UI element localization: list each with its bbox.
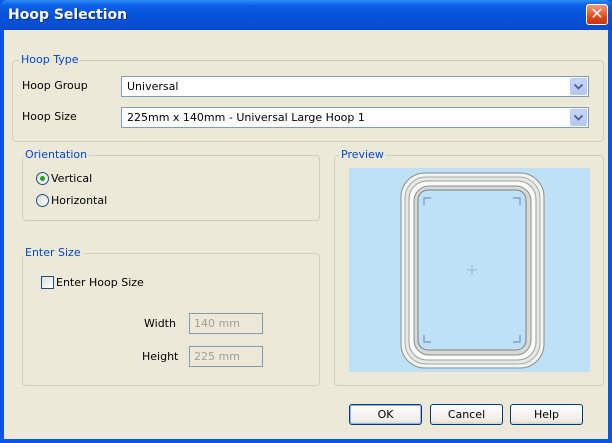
- hoop-group-select[interactable]: Universal: [121, 76, 589, 97]
- enter-size-group: Enter Size Enter Hoop Size Width 140 mm …: [22, 246, 320, 386]
- hoop-group-dropdown-button[interactable]: [570, 78, 587, 95]
- dialog-window: Hoop Selection ✕ Hoop Type Hoop Group Un…: [0, 0, 612, 443]
- preview-legend: Preview: [339, 148, 386, 161]
- hoop-size-select[interactable]: 225mm x 140mm - Universal Large Hoop 1: [121, 107, 589, 128]
- preview-group: Preview: [334, 148, 604, 386]
- hoop-size-value: 225mm x 140mm - Universal Large Hoop 1: [127, 111, 365, 124]
- horizontal-radio[interactable]: [36, 194, 49, 207]
- vertical-radio[interactable]: [36, 172, 49, 185]
- window-title: Hoop Selection: [8, 7, 128, 23]
- close-icon: ✕: [590, 4, 604, 23]
- close-button[interactable]: ✕: [586, 4, 608, 25]
- height-field[interactable]: 225 mm: [189, 346, 263, 367]
- height-label: Height: [142, 350, 179, 363]
- height-value: 225 mm: [194, 350, 240, 363]
- chevron-down-icon: [574, 84, 583, 90]
- hoop-type-group: Hoop Type Hoop Group Universal Hoop Size…: [12, 53, 604, 142]
- enter-size-legend: Enter Size: [23, 246, 83, 259]
- radio-selected-dot: [40, 176, 45, 181]
- width-value: 140 mm: [194, 317, 240, 330]
- horizontal-label[interactable]: Horizontal: [51, 194, 107, 207]
- hoop-type-legend: Hoop Type: [19, 53, 81, 66]
- width-field[interactable]: 140 mm: [189, 313, 263, 334]
- hoop-size-dropdown-button[interactable]: [570, 109, 587, 126]
- orientation-group: Orientation Vertical Horizontal: [22, 148, 320, 221]
- chevron-down-icon: [574, 115, 583, 121]
- orientation-legend: Orientation: [23, 148, 90, 161]
- vertical-label[interactable]: Vertical: [51, 172, 92, 185]
- hoop-group-label: Hoop Group: [22, 79, 88, 92]
- dialog-client-area: Hoop Type Hoop Group Universal Hoop Size…: [4, 30, 608, 439]
- hoop-preview: [349, 168, 590, 372]
- ok-button[interactable]: OK: [349, 404, 422, 425]
- enter-hoop-size-label[interactable]: Enter Hoop Size: [56, 276, 144, 289]
- width-label: Width: [144, 317, 176, 330]
- hoop-preview-graphic: [400, 172, 545, 369]
- hoop-size-label: Hoop Size: [22, 110, 77, 123]
- hoop-group-value: Universal: [127, 80, 179, 93]
- cancel-button[interactable]: Cancel: [430, 404, 503, 425]
- help-button[interactable]: Help: [510, 404, 583, 425]
- title-bar[interactable]: Hoop Selection ✕: [0, 0, 612, 30]
- enter-hoop-size-checkbox[interactable]: [41, 276, 54, 289]
